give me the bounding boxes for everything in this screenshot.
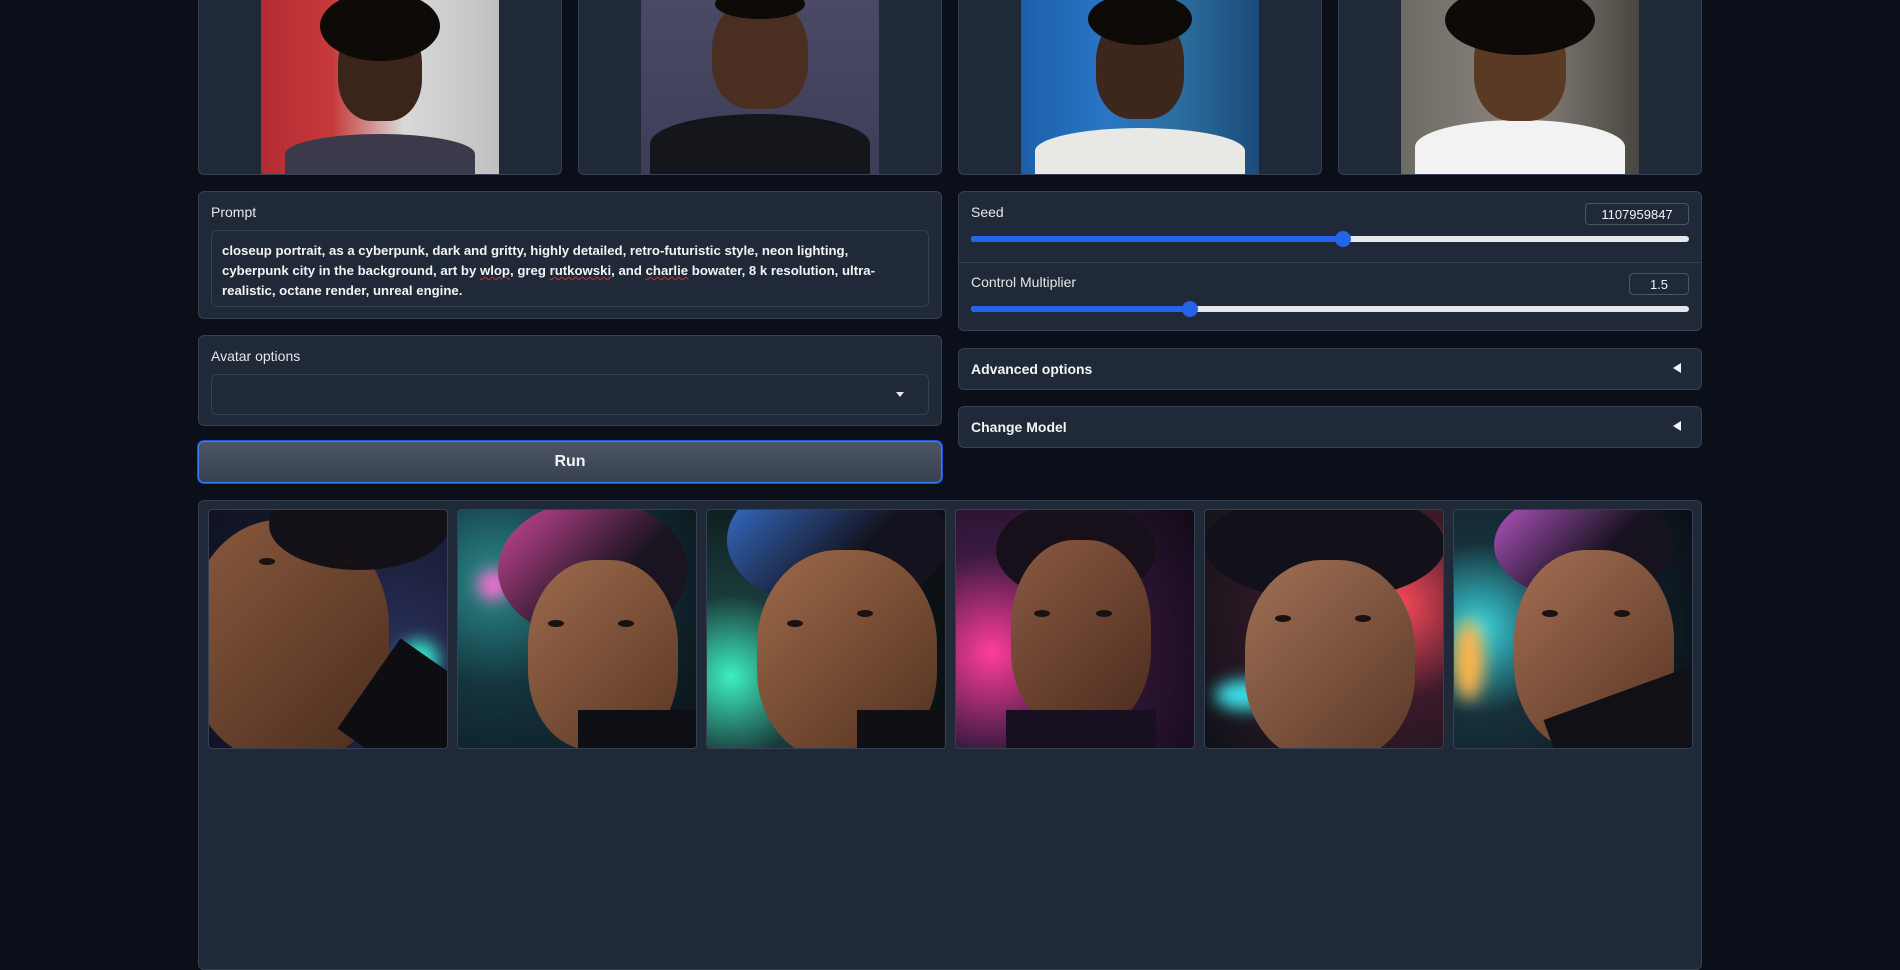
gallery-image-4[interactable]: [955, 509, 1195, 749]
change-model-label: Change Model: [971, 419, 1067, 435]
reference-image-4: [1401, 0, 1639, 174]
reference-image-card-1[interactable]: [198, 0, 562, 175]
advanced-options-accordion[interactable]: Advanced options: [958, 348, 1702, 390]
gallery-image-2[interactable]: [457, 509, 697, 749]
reference-image-card-4[interactable]: [1338, 0, 1702, 175]
control-multiplier-slider-thumb[interactable]: [1181, 301, 1198, 317]
seed-input[interactable]: 1107959847: [1585, 203, 1689, 225]
control-multiplier-input[interactable]: 1.5: [1629, 273, 1689, 295]
seed-label: Seed: [971, 204, 1004, 220]
gallery-image-1[interactable]: [208, 509, 448, 749]
reference-image-card-3[interactable]: [958, 0, 1322, 175]
reference-image-1: [261, 0, 499, 174]
control-multiplier-label: Control Multiplier: [971, 274, 1077, 290]
prompt-panel: Prompt closeup portrait, as a cyberpunk,…: [198, 191, 942, 319]
control-multiplier-slider-fill: [971, 306, 1190, 312]
seed-slider-thumb[interactable]: [1334, 231, 1351, 247]
sliders-panel: Seed 1107959847 Control Multiplier 1.5: [958, 191, 1702, 331]
collapse-triangle-icon: [1673, 363, 1681, 373]
prompt-label: Prompt: [211, 204, 257, 220]
advanced-options-label: Advanced options: [971, 361, 1093, 377]
avatar-options-label: Avatar options: [211, 348, 301, 364]
collapse-triangle-icon: [1673, 421, 1681, 431]
gallery-image-5[interactable]: [1204, 509, 1444, 749]
gallery-image-3[interactable]: [706, 509, 946, 749]
gallery-image-6[interactable]: [1453, 509, 1693, 749]
control-multiplier-slider[interactable]: [971, 301, 1689, 317]
seed-slider[interactable]: [971, 231, 1689, 247]
reference-image-3: [1021, 0, 1259, 174]
dropdown-caret-icon: [896, 392, 904, 397]
reference-image-2: [641, 0, 879, 174]
seed-slider-fill: [971, 236, 1343, 242]
reference-image-card-2[interactable]: [578, 0, 942, 175]
prompt-textarea[interactable]: closeup portrait, as a cyberpunk, dark a…: [211, 230, 929, 307]
avatar-options-dropdown[interactable]: [211, 374, 929, 415]
change-model-accordion[interactable]: Change Model: [958, 406, 1702, 448]
divider: [959, 262, 1701, 263]
avatar-options-panel: Avatar options: [198, 335, 942, 426]
run-button[interactable]: Run: [198, 441, 942, 483]
